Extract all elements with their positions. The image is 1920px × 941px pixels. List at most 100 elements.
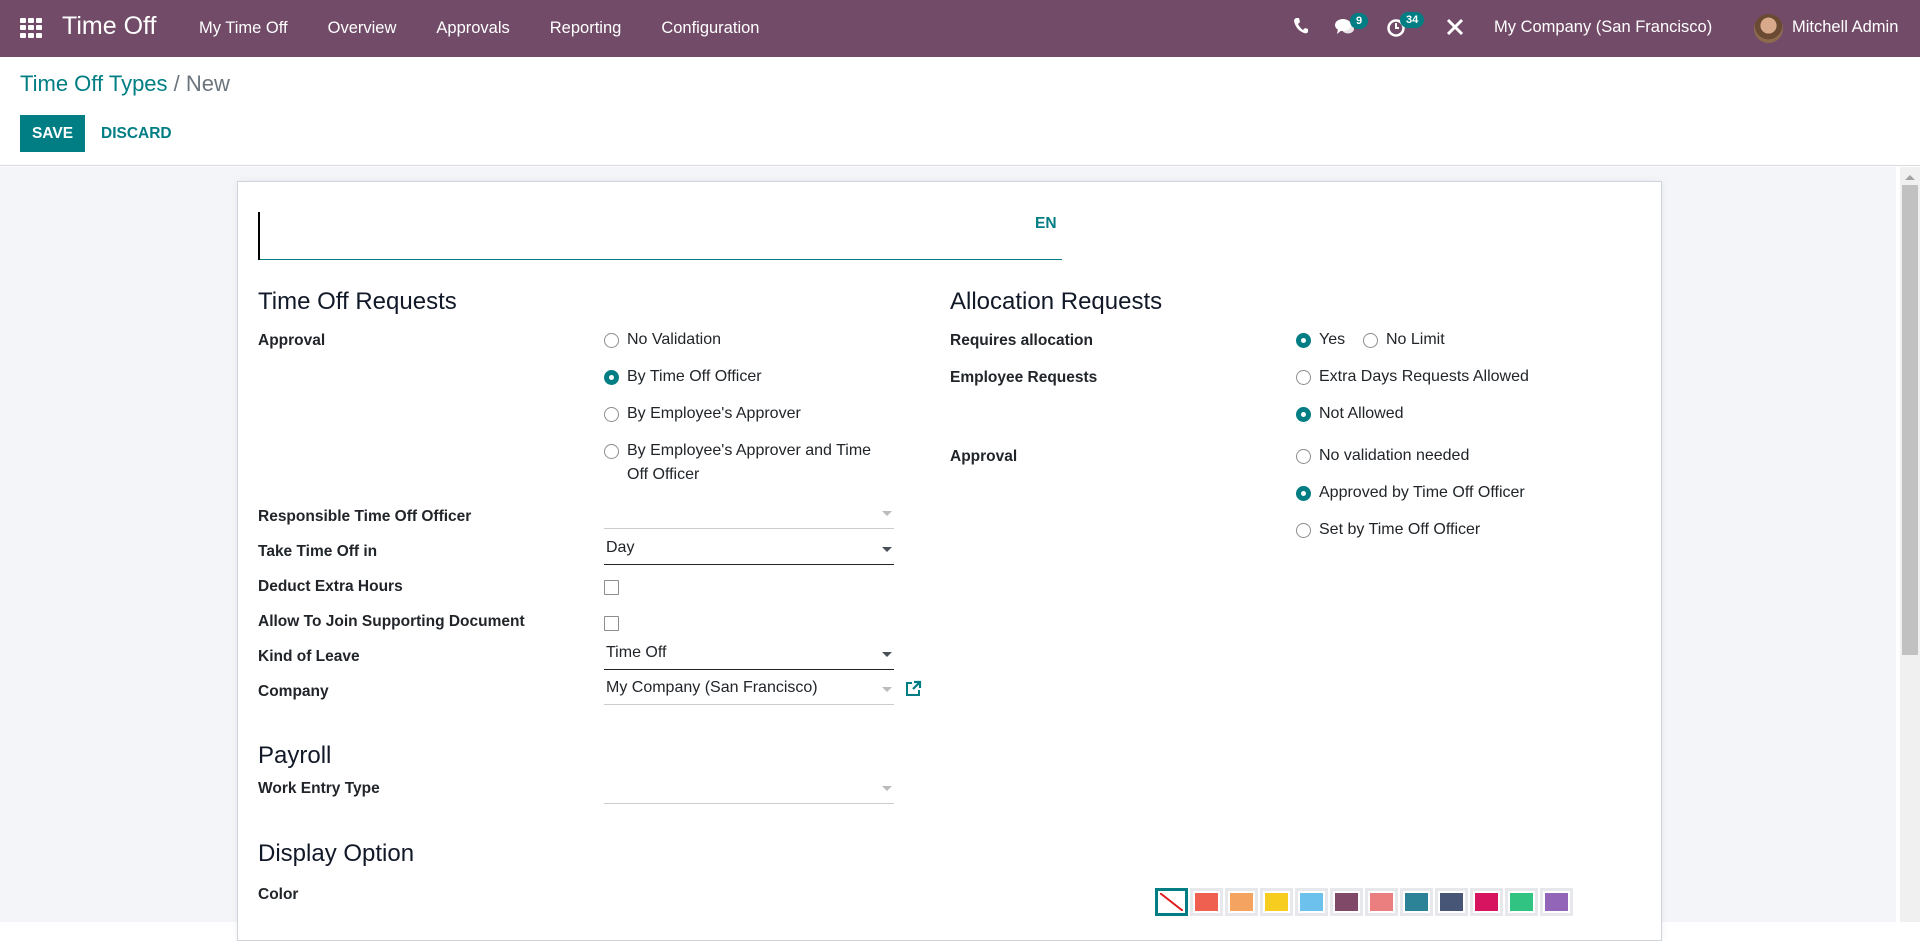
- save-button[interactable]: SAVE: [20, 115, 85, 152]
- radio-circle-selected: [1296, 407, 1311, 422]
- color-fill: [1370, 893, 1393, 911]
- deduct-extra-hours-checkbox[interactable]: [604, 580, 619, 595]
- radio-circle-selected: [1296, 333, 1311, 348]
- radio-by-approver-and-officer[interactable]: By Employee's Approver and Time Off Offi…: [604, 442, 894, 487]
- color-swatch[interactable]: [1400, 888, 1433, 916]
- radio-extra-days-allowed[interactable]: Extra Days Requests Allowed: [1296, 368, 1529, 386]
- chevron-down-icon: [882, 652, 892, 657]
- supporting-document-label: Allow To Join Supporting Document: [258, 613, 525, 630]
- menu-my-time-off[interactable]: My Time Off: [199, 19, 288, 38]
- scroll-up-arrow-icon[interactable]: [1905, 175, 1915, 180]
- section-title-payroll: Payroll: [258, 742, 332, 769]
- activities-badge: 34: [1400, 12, 1425, 28]
- color-fill: [1265, 893, 1288, 911]
- section-title-allocation-requests: Allocation Requests: [950, 288, 1163, 315]
- radio-circle: [604, 333, 619, 348]
- discard-button[interactable]: DISCARD: [101, 115, 172, 152]
- apps-grid-icon[interactable]: [20, 18, 42, 38]
- color-swatch[interactable]: [1295, 888, 1328, 916]
- messages-badge: 9: [1350, 13, 1369, 29]
- breadcrumb-current: New: [185, 71, 230, 96]
- kind-of-leave-label: Kind of Leave: [258, 648, 360, 665]
- color-swatch[interactable]: [1225, 888, 1258, 916]
- form-sheet: EN Time Off Requests Approval No Validat…: [237, 181, 1662, 941]
- radio-no-validation[interactable]: No Validation: [604, 331, 721, 349]
- color-swatch[interactable]: [1540, 888, 1573, 916]
- radio-by-employees-approver[interactable]: By Employee's Approver: [604, 405, 801, 423]
- radio-label: By Employee's Approver and Time Off Offi…: [627, 442, 872, 483]
- color-swatch[interactable]: [1435, 888, 1468, 916]
- company-label: Company: [258, 683, 329, 700]
- color-fill: [1300, 893, 1323, 911]
- section-title-time-off-requests: Time Off Requests: [258, 288, 457, 315]
- radio-label: Set by Time Off Officer: [1319, 521, 1481, 538]
- company-switcher[interactable]: My Company (San Francisco): [1494, 18, 1712, 37]
- debug-tools-icon[interactable]: [1446, 18, 1464, 41]
- external-link-icon[interactable]: [905, 680, 922, 702]
- work-entry-type-select[interactable]: [604, 774, 894, 804]
- radio-circle: [1296, 449, 1311, 464]
- control-panel: Time Off Types / New SAVE DISCARD: [0, 57, 1920, 166]
- chevron-down-icon: [882, 687, 892, 692]
- language-button[interactable]: EN: [1035, 215, 1057, 233]
- radio-by-time-off-officer[interactable]: By Time Off Officer: [604, 368, 762, 386]
- field-value: My Company (San Francisco): [606, 679, 818, 696]
- kind-of-leave-select[interactable]: Time Off: [604, 640, 894, 670]
- chevron-down-icon: [882, 511, 892, 516]
- radio-label: By Time Off Officer: [627, 368, 762, 385]
- radio-label: No Limit: [1386, 331, 1445, 348]
- breadcrumb-time-off-types[interactable]: Time Off Types: [20, 71, 168, 96]
- color-swatch[interactable]: [1260, 888, 1293, 916]
- take-time-off-in-select[interactable]: Day: [604, 535, 894, 565]
- radio-circle-selected: [604, 370, 619, 385]
- menu-configuration[interactable]: Configuration: [661, 19, 759, 38]
- supporting-document-checkbox[interactable]: [604, 616, 619, 631]
- breadcrumb-separator: /: [167, 71, 186, 96]
- radio-requires-no-limit[interactable]: No Limit: [1363, 331, 1445, 349]
- color-fill: [1475, 893, 1498, 911]
- color-swatch[interactable]: [1190, 888, 1223, 916]
- color-fill: [1510, 893, 1533, 911]
- color-swatch-none[interactable]: [1155, 888, 1188, 916]
- radio-approved-by-officer[interactable]: Approved by Time Off Officer: [1296, 484, 1525, 502]
- radio-no-validation-needed[interactable]: No validation needed: [1296, 447, 1469, 465]
- app-name[interactable]: Time Off: [62, 12, 156, 41]
- color-fill: [1230, 893, 1253, 911]
- radio-circle: [604, 407, 619, 422]
- radio-set-by-officer[interactable]: Set by Time Off Officer: [1296, 521, 1480, 539]
- radio-circle: [1296, 370, 1311, 385]
- radio-label: No validation needed: [1319, 447, 1470, 464]
- color-fill: [1545, 893, 1568, 911]
- deduct-extra-hours-label: Deduct Extra Hours: [258, 578, 403, 595]
- menu-overview[interactable]: Overview: [328, 19, 397, 38]
- radio-label: Extra Days Requests Allowed: [1319, 368, 1529, 385]
- color-fill: [1440, 893, 1463, 911]
- menu-approvals[interactable]: Approvals: [436, 19, 509, 38]
- company-select[interactable]: My Company (San Francisco): [604, 675, 894, 705]
- menu-reporting[interactable]: Reporting: [550, 19, 622, 38]
- vertical-scrollbar[interactable]: [1900, 167, 1920, 922]
- scrollbar-thumb[interactable]: [1902, 185, 1918, 655]
- color-swatch[interactable]: [1505, 888, 1538, 916]
- user-menu[interactable]: Mitchell Admin: [1792, 18, 1898, 37]
- allocation-approval-label: Approval: [950, 448, 1018, 465]
- color-swatch[interactable]: [1330, 888, 1363, 916]
- radio-label: Approved by Time Off Officer: [1319, 484, 1525, 501]
- color-label: Color: [258, 886, 299, 903]
- form-view: EN Time Off Requests Approval No Validat…: [0, 167, 1896, 941]
- name-input[interactable]: [258, 212, 1062, 260]
- color-swatch[interactable]: [1365, 888, 1398, 916]
- phone-icon[interactable]: [1293, 17, 1309, 40]
- text-caret: [258, 212, 260, 260]
- radio-requires-yes[interactable]: Yes: [1296, 331, 1345, 349]
- radio-circle: [1363, 333, 1378, 348]
- color-fill: [1405, 893, 1428, 911]
- radio-not-allowed[interactable]: Not Allowed: [1296, 405, 1404, 423]
- color-picker: [1155, 888, 1575, 916]
- color-fill: [1335, 893, 1358, 911]
- radio-label: Not Allowed: [1319, 405, 1404, 422]
- responsible-officer-select[interactable]: [604, 499, 894, 529]
- field-value: Time Off: [606, 644, 667, 661]
- user-avatar[interactable]: [1754, 14, 1783, 43]
- color-swatch[interactable]: [1470, 888, 1503, 916]
